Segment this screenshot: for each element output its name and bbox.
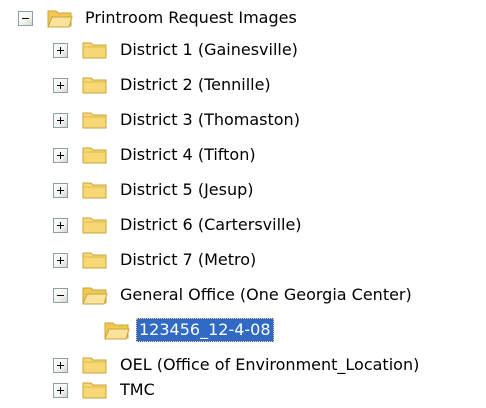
expand-toggle-icon[interactable] [53,217,68,233]
tree-node-district-4[interactable]: District 4 (Tifton) [53,137,259,173]
tree-node-label[interactable]: District 6 (Cartersville) [117,213,305,237]
folder-open-icon [82,287,108,305]
expand-toggle-icon[interactable] [53,182,68,198]
tree-node-district-6[interactable]: District 6 (Cartersville) [53,207,305,243]
expand-toggle-icon[interactable] [53,252,68,268]
tree-node-label[interactable]: District 4 (Tifton) [117,143,259,167]
folder-icon [82,382,107,399]
folder-open-icon [104,322,130,340]
folder-icon [82,147,107,164]
tree-node-district-3[interactable]: District 3 (Thomaston) [53,102,303,138]
tree-node-general-office[interactable]: General Office (One Georgia Center) [53,277,415,313]
expand-toggle-icon[interactable] [53,77,68,93]
tree-node-district-1[interactable]: District 1 (Gainesville) [53,32,301,68]
folder-icon [82,112,107,129]
tree-node-label[interactable]: District 2 (Tennille) [117,73,274,97]
tree-node-label[interactable]: TMC [117,378,158,402]
expand-toggle-icon[interactable] [53,357,68,373]
expand-toggle-icon[interactable] [53,147,68,163]
folder-tree: Printroom Request Images District 1 (Gai… [0,0,486,406]
tree-node-label[interactable]: District 7 (Metro) [117,248,259,272]
tree-node-123456-12-4-08[interactable]: 123456_12-4-08 [86,312,274,348]
tree-node-label[interactable]: Printroom Request Images [82,6,300,30]
folder-icon [82,42,107,59]
collapse-toggle-icon[interactable] [18,10,33,26]
tree-node-root[interactable]: Printroom Request Images [18,0,300,36]
expand-toggle-icon[interactable] [53,382,68,398]
folder-icon [82,217,107,234]
folder-open-icon [47,10,73,28]
folder-icon [82,77,107,94]
tree-node-tmc[interactable]: TMC [53,372,158,408]
tree-node-label-selected[interactable]: 123456_12-4-08 [136,318,274,342]
tree-node-label[interactable]: District 1 (Gainesville) [117,38,301,62]
expand-toggle-icon[interactable] [53,42,68,58]
tree-node-label[interactable]: District 5 (Jesup) [117,178,257,202]
tree-node-district-7[interactable]: District 7 (Metro) [53,242,259,278]
tree-node-district-5[interactable]: District 5 (Jesup) [53,172,257,208]
tree-node-label[interactable]: General Office (One Georgia Center) [117,283,415,307]
tree-node-label[interactable]: OEL (Office of Environment_Location) [117,353,422,377]
folder-icon [82,182,107,199]
expand-toggle-icon[interactable] [53,112,68,128]
tree-node-district-2[interactable]: District 2 (Tennille) [53,67,274,103]
tree-node-label[interactable]: District 3 (Thomaston) [117,108,303,132]
folder-icon [82,252,107,269]
collapse-toggle-icon[interactable] [53,287,68,303]
